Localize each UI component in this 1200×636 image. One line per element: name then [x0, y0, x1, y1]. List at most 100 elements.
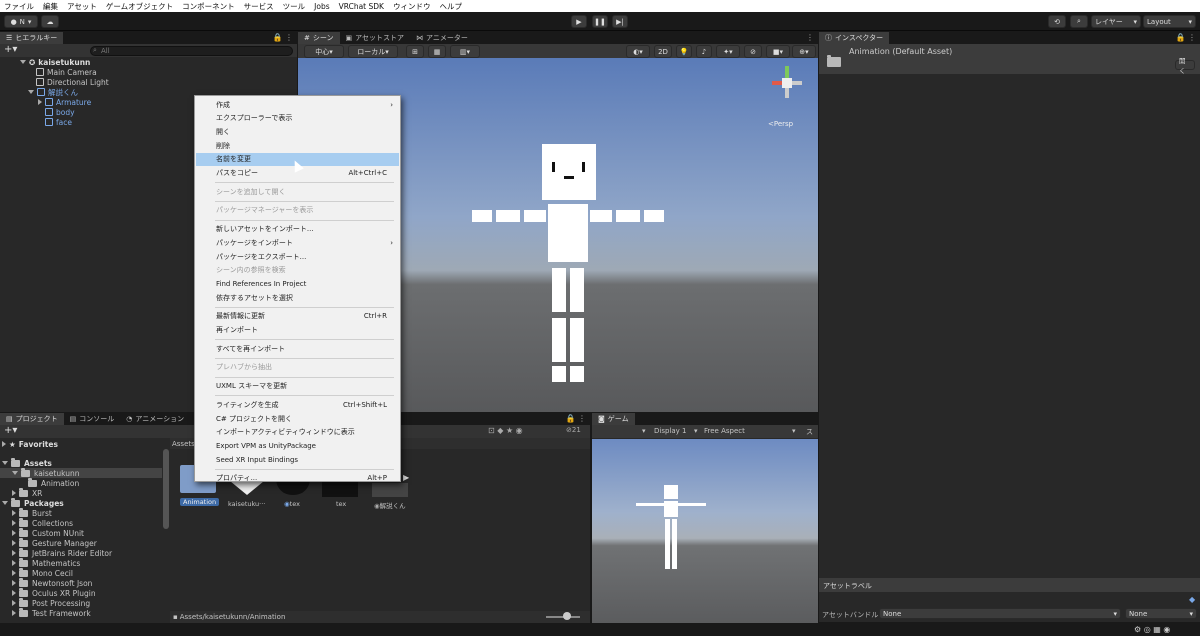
tree-item[interactable]: Post Processing: [12, 597, 90, 608]
tab-inspector[interactable]: ⓘ インスペクター: [819, 32, 890, 44]
context-menu-item[interactable]: すべてを再インポート: [196, 342, 399, 355]
tree-item[interactable]: Animation: [28, 477, 79, 488]
context-menu-item[interactable]: 最新情報に更新 Ctrl+R: [196, 310, 399, 323]
tree-item[interactable]: Oculus XR Plugin: [12, 587, 96, 598]
snap-button[interactable]: ⊞: [406, 45, 424, 58]
tab-asset-store[interactable]: ▣ アセットストア: [340, 32, 411, 44]
context-menu-item[interactable]: UXML スキーマを更新: [196, 380, 399, 393]
history-button[interactable]: ⟲: [1048, 15, 1066, 28]
layers-dropdown[interactable]: レイヤー ▾: [1091, 15, 1141, 28]
context-menu-item[interactable]: 再インポート: [196, 324, 399, 337]
tab-animation[interactable]: ◔ アニメーション: [120, 413, 190, 425]
play-preview-icon[interactable]: ▶: [403, 473, 409, 482]
tree-item[interactable]: JetBrains Rider Editor: [12, 547, 112, 558]
menu-item[interactable]: ウィンドウ: [393, 1, 431, 12]
asset-bundle-dropdown[interactable]: None ▾: [879, 608, 1121, 619]
camera-dropdown[interactable]: ■ ▾: [766, 45, 790, 58]
menu-item[interactable]: Jobs: [314, 2, 329, 11]
add-icon[interactable]: +▾: [4, 425, 17, 436]
context-menu-item[interactable]: 開く: [196, 125, 399, 138]
tree-item[interactable]: Mathematics: [12, 557, 80, 568]
context-menu-item[interactable]: エクスプローラーで表示: [196, 112, 399, 125]
favorites-item[interactable]: ★ Favorites: [2, 439, 58, 449]
pivot-dropdown[interactable]: 中心 ▾: [304, 45, 344, 58]
zoom-slider-handle[interactable]: [563, 612, 571, 620]
layout-dropdown[interactable]: Layout ▾: [1143, 15, 1196, 28]
menu-item[interactable]: ツール: [283, 1, 306, 12]
mode-2d-button[interactable]: 2D: [654, 45, 672, 58]
context-menu-item[interactable]: インポートアクティビティウィンドウに表示: [196, 426, 399, 439]
context-menu-item[interactable]: Seed XR Input Bindings: [196, 453, 399, 466]
filter-icons[interactable]: ⊡ ◆ ★ ◉: [488, 426, 523, 435]
step-button[interactable]: ▶|: [612, 15, 628, 28]
tree-item[interactable]: Gesture Manager: [12, 537, 97, 548]
tree-item[interactable]: Newtonsoft Json: [12, 577, 92, 588]
increment-button[interactable]: ▥ ▾: [450, 45, 480, 58]
hierarchy-item[interactable]: Armature: [38, 97, 91, 107]
panel-menu-icon[interactable]: ⋮: [806, 33, 814, 42]
audio-button[interactable]: ♪: [696, 45, 712, 58]
packages-item[interactable]: Packages: [2, 497, 64, 508]
tab-game[interactable]: ◙ ゲーム: [592, 413, 635, 425]
hierarchy-item[interactable]: Main Camera: [36, 67, 97, 77]
game-viewport[interactable]: [592, 439, 818, 623]
context-menu-item[interactable]: プロパティ... Alt+P: [196, 472, 399, 485]
hierarchy-item[interactable]: 解説くん: [28, 87, 78, 97]
hierarchy-item[interactable]: face: [45, 117, 72, 127]
tree-scrollbar[interactable]: [163, 449, 169, 529]
menu-item[interactable]: ゲームオブジェクト: [106, 1, 173, 12]
tree-item[interactable]: Collections: [12, 517, 73, 528]
asset-variant-dropdown[interactable]: None ▾: [1125, 608, 1197, 619]
add-icon[interactable]: +▾: [4, 44, 17, 55]
effects-dropdown[interactable]: ✦ ▾: [716, 45, 740, 58]
context-menu-item[interactable]: Find References In Project: [196, 277, 399, 290]
hierarchy-item[interactable]: body: [45, 107, 75, 117]
visibility-button[interactable]: ⊘: [744, 45, 762, 58]
search-button[interactable]: ⌕: [1070, 15, 1088, 28]
scene-root[interactable]: ✪ kaisetukunn: [20, 57, 90, 67]
menu-item[interactable]: VRChat SDK: [339, 2, 384, 11]
shading-dropdown[interactable]: ◐ ▾: [626, 45, 650, 58]
menu-item[interactable]: ヘルプ: [439, 1, 462, 12]
context-menu-item[interactable]: パッケージをエクスポート...: [196, 250, 399, 263]
tab-animator[interactable]: ⋈ アニメーター: [410, 32, 474, 44]
tree-item[interactable]: XR: [12, 487, 42, 498]
gizmos-dropdown[interactable]: ⊕ ▾: [792, 45, 816, 58]
tag-icon[interactable]: ◆: [1189, 595, 1195, 604]
context-menu-item[interactable]: ライティングを生成 Ctrl+Shift+L: [196, 398, 399, 411]
menu-item[interactable]: コンポーネント: [182, 1, 235, 12]
panel-menu-icon[interactable]: 🔒 ⋮: [1175, 33, 1196, 42]
tree-item[interactable]: kaisetukunn: [12, 467, 79, 478]
local-dropdown[interactable]: ローカル ▾: [348, 45, 398, 58]
grid-button[interactable]: ▦: [428, 45, 446, 58]
context-menu-item[interactable]: 作成 ›: [196, 98, 399, 111]
context-menu-item[interactable]: C# プロジェクトを開く: [196, 412, 399, 425]
open-button[interactable]: 開く: [1175, 57, 1195, 75]
tree-item[interactable]: Test Framework: [12, 607, 91, 618]
context-menu-item[interactable]: 新しいアセットをインポート...: [196, 223, 399, 236]
tab-project[interactable]: ▤ プロジェクト: [0, 413, 64, 425]
tree-item[interactable]: Mono Cecil: [12, 567, 73, 578]
context-menu-item[interactable]: Export VPM as UnityPackage: [196, 439, 399, 452]
tab-console[interactable]: ▤ コンソール: [64, 413, 121, 425]
panel-menu-icon[interactable]: 🔒 ⋮: [565, 414, 586, 423]
tree-item[interactable]: Burst: [12, 507, 52, 518]
prefab-thumb[interactable]: [372, 483, 408, 497]
projection-label[interactable]: <Persp: [768, 120, 793, 128]
status-icons[interactable]: ⚙ ◎ ▦ ◉: [1134, 625, 1170, 634]
tab-hierarchy[interactable]: ☰ ヒエラルキー: [0, 32, 64, 44]
play-button[interactable]: ▶: [571, 15, 587, 28]
cloud-button[interactable]: ☁: [41, 15, 59, 28]
context-menu-item[interactable]: パッケージをインポート ›: [196, 236, 399, 249]
hierarchy-search-input[interactable]: ⌕ All: [90, 46, 293, 56]
hierarchy-item[interactable]: Directional Light: [36, 77, 109, 87]
menu-item[interactable]: サービス: [244, 1, 274, 12]
tree-item[interactable]: Custom NUnit: [12, 527, 84, 538]
aspect-dropdown[interactable]: Free Aspect: [704, 427, 745, 435]
tab-scene[interactable]: # シーン: [298, 32, 340, 44]
menu-item[interactable]: ファイル: [4, 1, 34, 12]
context-menu-item[interactable]: 依存するアセットを選択: [196, 291, 399, 304]
lighting-button[interactable]: 💡: [676, 45, 692, 58]
panel-menu-icon[interactable]: 🔒 ⋮: [272, 33, 293, 42]
context-menu-item[interactable]: 削除: [196, 139, 399, 152]
